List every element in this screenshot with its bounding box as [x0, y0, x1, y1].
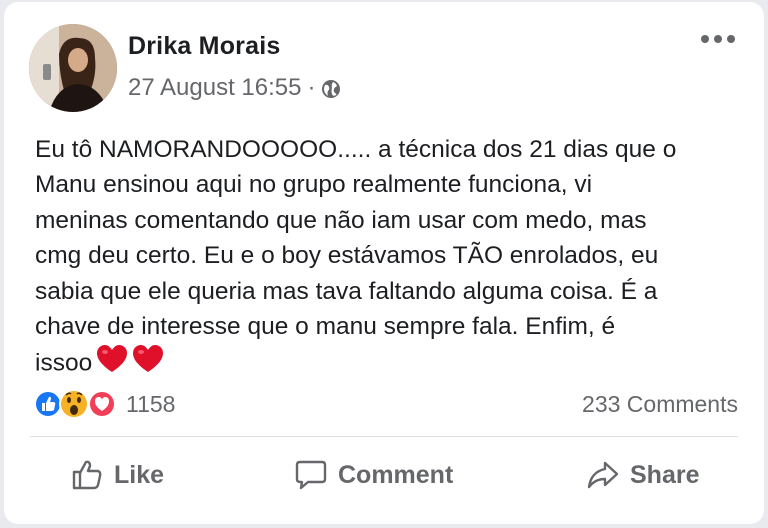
like-label: Like	[114, 460, 165, 489]
comment-label: Comment	[338, 460, 454, 489]
actions-divider	[30, 436, 738, 437]
reaction-count: 1158	[126, 390, 176, 417]
post-card: Drika Morais 27 August 16:55 · Eu tô NAM…	[4, 2, 764, 524]
like-button[interactable]: Like	[70, 452, 164, 498]
post-text-line: issoo	[35, 350, 93, 378]
comment-bubble-icon	[295, 460, 327, 490]
post-text-last-line: issoo	[35, 344, 747, 384]
thumbs-up-icon	[72, 460, 102, 490]
comment-button[interactable]: Comment	[294, 452, 453, 498]
red-heart-icon	[97, 345, 164, 373]
post-text: Eu tô NAMORANDOOOOO..... a técnica dos 2…	[35, 132, 747, 385]
meta-separator: ·	[307, 74, 316, 101]
reaction-icons	[32, 387, 122, 421]
post-text-line: sabia que ele queria mas tava faltando a…	[35, 277, 658, 305]
comments-count[interactable]: 233 Comments	[582, 391, 738, 418]
more-options-icon[interactable]	[698, 32, 738, 46]
reactions-summary[interactable]: 1158	[32, 387, 175, 421]
share-button[interactable]: Share	[586, 452, 699, 498]
post-meta: 27 August 16:55 ·	[128, 74, 341, 102]
author-name[interactable]: Drika Morais	[128, 32, 280, 61]
post-timestamp[interactable]: 27 August 16:55	[128, 74, 301, 102]
share-arrow-icon	[587, 461, 619, 489]
post-text-line: meninas comentando que não iam usar com …	[35, 206, 647, 234]
globe-icon[interactable]	[321, 78, 341, 98]
post-text-line: Manu ensinou aqui no grupo realmente fun…	[35, 171, 593, 199]
share-label: Share	[630, 460, 700, 489]
post-text-line: chave de interesse que o manu sempre fal…	[35, 313, 616, 341]
post-text-line: cmg deu certo. Eu e o boy estávamos TÃO …	[35, 242, 659, 270]
author-avatar[interactable]	[29, 24, 117, 112]
action-bar: Like Comment Share	[4, 452, 764, 498]
heart-emojis	[96, 344, 164, 384]
love-reaction-icon	[88, 390, 116, 418]
like-reaction-icon	[34, 390, 62, 418]
wow-reaction-icon	[59, 389, 89, 419]
post-text-line: Eu tô NAMORANDOOOOO..... a técnica dos 2…	[35, 136, 677, 163]
